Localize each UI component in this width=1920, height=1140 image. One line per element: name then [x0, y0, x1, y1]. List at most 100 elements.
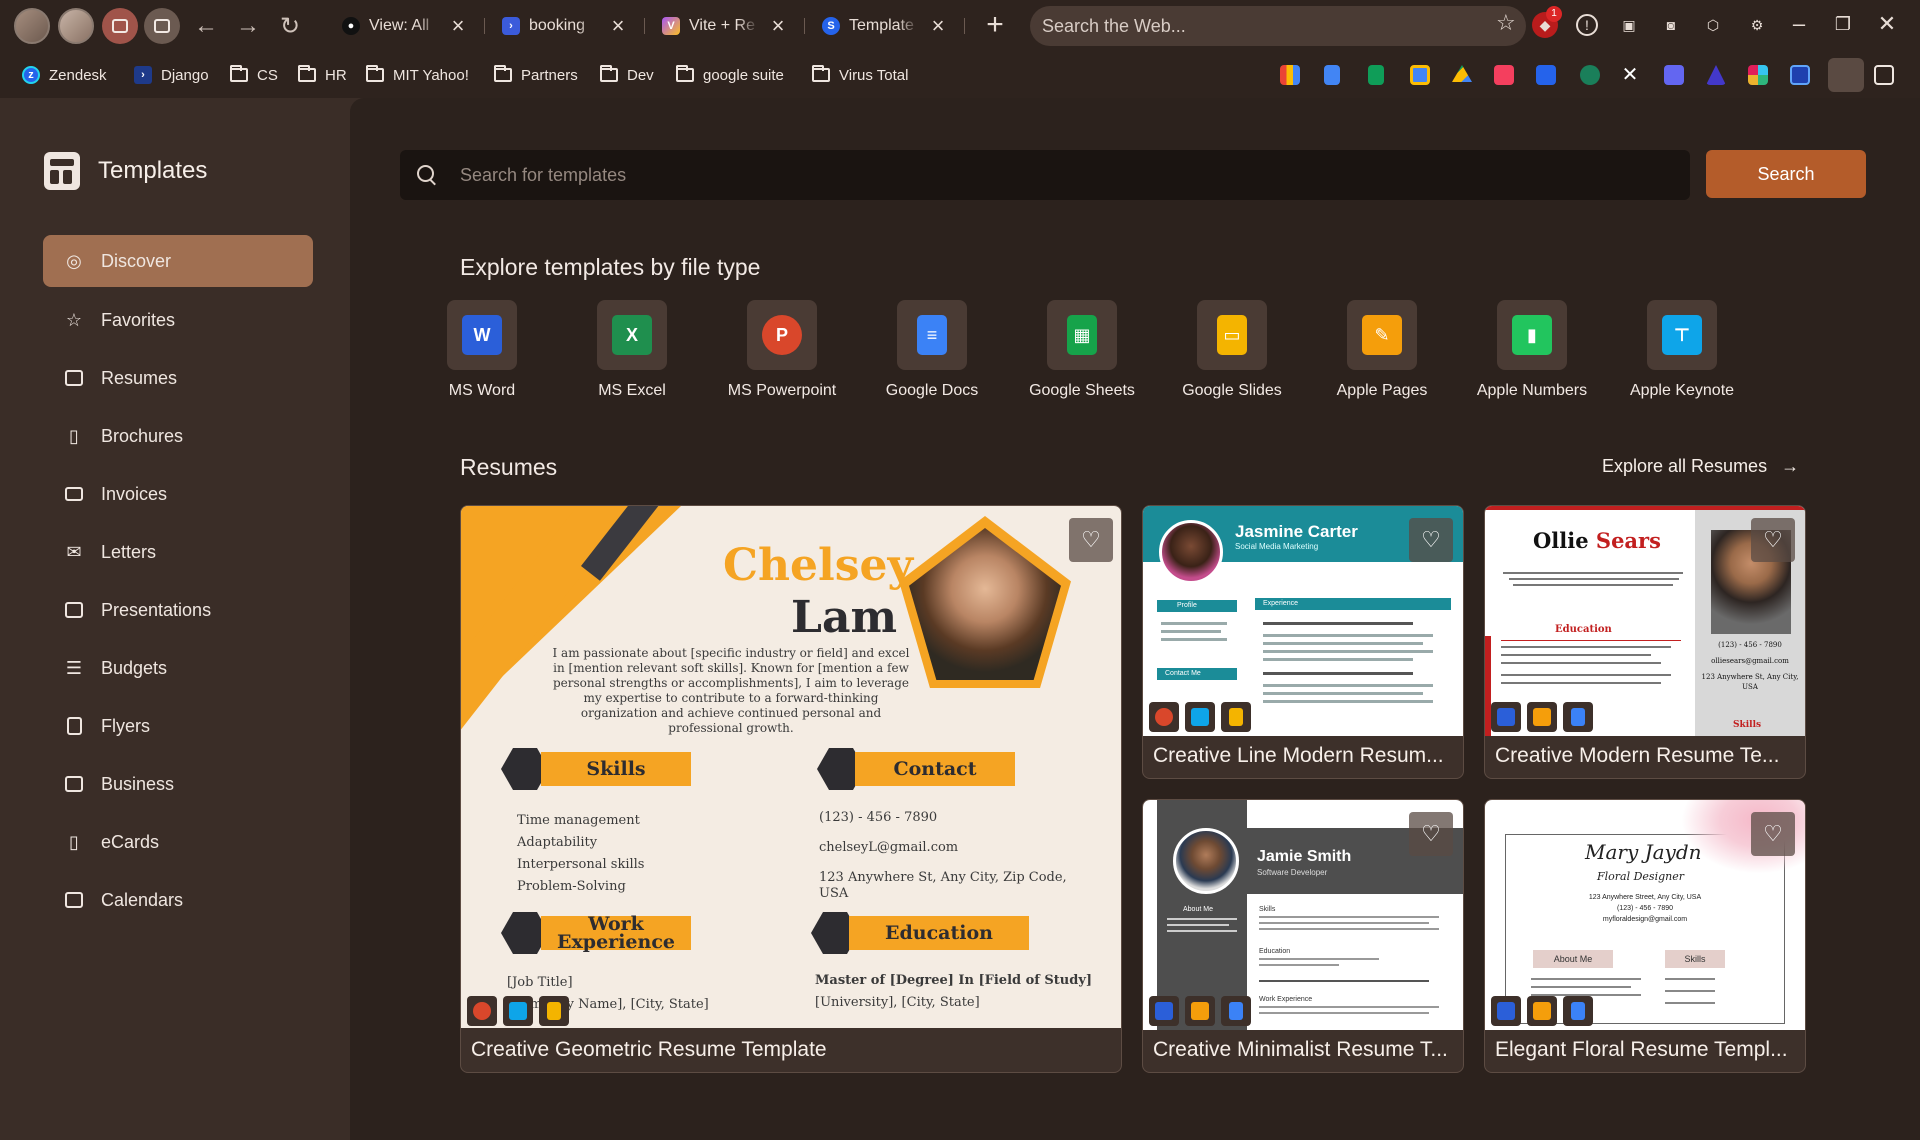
- file-type-apple-pages[interactable]: ✎ Apple Pages: [1307, 300, 1457, 400]
- file-type-google-slides[interactable]: ▭ Google Slides: [1157, 300, 1307, 400]
- bookmark-folder-hr[interactable]: HR: [298, 64, 347, 86]
- file-type-google-sheets[interactable]: ▦ Google Sheets: [1007, 300, 1157, 400]
- back-arrow-icon[interactable]: ←: [190, 10, 222, 42]
- favorite-heart-icon[interactable]: ♡: [1409, 518, 1453, 562]
- forward-arrow-icon[interactable]: →: [232, 10, 264, 42]
- sidebar-item-business[interactable]: Business: [43, 758, 313, 810]
- google-calendar-icon[interactable]: [1410, 65, 1430, 85]
- monday-icon[interactable]: [1494, 65, 1514, 85]
- sidebar-item-resumes[interactable]: Resumes: [43, 352, 313, 404]
- file-type-ms-powerpoint[interactable]: P MS Powerpoint: [707, 300, 857, 400]
- close-tab-icon[interactable]: ×: [608, 13, 628, 39]
- jira-icon[interactable]: [1536, 65, 1556, 85]
- folder-icon: [298, 65, 316, 82]
- x-icon[interactable]: ✕: [1620, 65, 1640, 85]
- file-type-apple-keynote[interactable]: ⊤ Apple Keynote: [1607, 300, 1757, 400]
- bookmark-folder-google-suite[interactable]: google suite: [676, 64, 784, 86]
- workspace-avatar[interactable]: [58, 8, 94, 44]
- file-type-ms-word[interactable]: W MS Word: [407, 300, 557, 400]
- favorite-heart-icon[interactable]: ♡: [1409, 812, 1453, 856]
- workspace-folder-icon[interactable]: [102, 8, 138, 44]
- preview-text-line: [1503, 572, 1683, 574]
- sidebar-item-letters[interactable]: ✉ Letters: [43, 526, 313, 578]
- explore-all-label: Explore all Resumes: [1602, 456, 1768, 476]
- apple-pages-icon: [1185, 996, 1215, 1026]
- favorite-heart-icon[interactable]: ♡: [1069, 518, 1113, 562]
- tab-booking[interactable]: › booking ×: [502, 10, 628, 42]
- close-tab-icon[interactable]: ×: [768, 13, 788, 39]
- google-sheets-icon[interactable]: [1368, 65, 1384, 85]
- sidebar-item-discover[interactable]: ◎ Discover: [43, 235, 313, 287]
- file-type-ms-excel[interactable]: X MS Excel: [557, 300, 707, 400]
- template-card-modern[interactable]: Ollie Sears Education (123) - 456 - 7890…: [1484, 505, 1806, 779]
- file-type-label: Apple Numbers: [1476, 382, 1588, 399]
- tab-divider: [964, 18, 965, 34]
- google-drive-icon[interactable]: [1452, 65, 1472, 82]
- bookmark-zendesk[interactable]: z Zendesk: [22, 64, 107, 86]
- apps-grid-icon[interactable]: [1874, 65, 1894, 85]
- extensions-puzzle-icon[interactable]: ⬡: [1700, 12, 1726, 38]
- folder-icon: [600, 65, 618, 82]
- template-search-input[interactable]: [460, 164, 1560, 186]
- address-bar[interactable]: Search the Web...: [1030, 6, 1526, 46]
- ms-excel-icon: X: [612, 315, 652, 355]
- tab-templates[interactable]: S Template ×: [822, 10, 948, 42]
- sidebar-item-flyers[interactable]: Flyers: [43, 700, 313, 752]
- restore-window-icon[interactable]: ❐: [1828, 8, 1858, 40]
- file-type-label: Apple Keynote: [1629, 382, 1735, 399]
- meet-icon[interactable]: [1790, 65, 1810, 85]
- bookmark-django[interactable]: › Django: [134, 64, 209, 86]
- template-preview: Chelsey Lam I am passionate about [speci…: [461, 506, 1121, 1028]
- sidebar-item-brochures[interactable]: ▯ Brochures: [43, 410, 313, 462]
- template-card-floral[interactable]: Mary Jaydn Floral Designer 123 Anywhere …: [1484, 799, 1806, 1073]
- templates-extension-icon[interactable]: [1828, 58, 1864, 92]
- sidebar-item-presentations[interactable]: Presentations: [43, 584, 313, 636]
- linear-icon[interactable]: [1706, 65, 1726, 85]
- search-button[interactable]: Search: [1706, 150, 1866, 198]
- file-type-google-docs[interactable]: ≡ Google Docs: [857, 300, 1007, 400]
- template-card-line-modern[interactable]: Jasmine Carter Social Media Marketing Pr…: [1142, 505, 1464, 779]
- bookmark-star-icon[interactable]: ☆: [1496, 10, 1516, 36]
- bookmark-folder-partners[interactable]: Partners: [494, 64, 578, 86]
- password-manager-icon[interactable]: !: [1576, 14, 1598, 36]
- sidebar-item-favorites[interactable]: ☆ Favorites: [43, 294, 313, 346]
- favorite-heart-icon[interactable]: ♡: [1751, 518, 1795, 562]
- sidebar-item-budgets[interactable]: ☰ Budgets: [43, 642, 313, 694]
- explore-all-resumes-link[interactable]: Explore all Resumes →: [1602, 456, 1799, 477]
- chatgpt-icon[interactable]: [1580, 65, 1600, 85]
- slack-icon[interactable]: [1748, 65, 1768, 85]
- camera-icon[interactable]: ◙: [1658, 12, 1684, 38]
- bookmark-folder-cs[interactable]: CS: [230, 64, 278, 86]
- close-tab-icon[interactable]: ×: [448, 13, 468, 39]
- gmail-icon[interactable]: [1280, 65, 1300, 85]
- preview-text-line: [1259, 922, 1429, 924]
- close-window-icon[interactable]: ✕: [1872, 8, 1902, 40]
- bookmark-folder-dev[interactable]: Dev: [600, 64, 654, 86]
- apple-numbers-icon: ▮: [1512, 315, 1552, 355]
- sidebar-item-label: Discover: [101, 250, 172, 271]
- settings-gear-icon[interactable]: ⚙: [1744, 12, 1770, 38]
- preview-skill: Time management: [517, 813, 640, 828]
- bookmark-folder-virus-total[interactable]: Virus Total: [812, 64, 909, 86]
- template-card-title: Creative Geometric Resume Template: [471, 1038, 827, 1061]
- tab-vite[interactable]: V Vite + Re ×: [662, 10, 788, 42]
- google-docs-icon[interactable]: [1324, 65, 1340, 85]
- reader-icon[interactable]: ▣: [1616, 12, 1642, 38]
- file-type-label: Google Slides: [1182, 382, 1282, 399]
- zoom-icon[interactable]: [1664, 65, 1684, 85]
- file-type-apple-numbers[interactable]: ▮ Apple Numbers: [1457, 300, 1607, 400]
- template-card-minimalist[interactable]: Jamie Smith Software Developer About Me …: [1142, 799, 1464, 1073]
- sidebar-item-ecards[interactable]: ▯ eCards: [43, 816, 313, 868]
- close-tab-icon[interactable]: ×: [928, 13, 948, 39]
- sidebar-item-calendars[interactable]: Calendars: [43, 874, 313, 926]
- new-tab-plus-icon[interactable]: +: [980, 8, 1010, 42]
- workspace-calendar-icon[interactable]: [144, 8, 180, 44]
- sidebar-item-invoices[interactable]: Invoices: [43, 468, 313, 520]
- profile-avatar[interactable]: [14, 8, 50, 44]
- minimize-window-icon[interactable]: –: [1784, 8, 1814, 40]
- bookmark-folder-mit-yahoo[interactable]: MIT Yahoo!: [366, 64, 469, 86]
- reload-icon[interactable]: ↻: [274, 10, 306, 42]
- favorite-heart-icon[interactable]: ♡: [1751, 812, 1795, 856]
- tab-view-all[interactable]: ● View: All ×: [342, 10, 468, 42]
- template-card-geometric[interactable]: Chelsey Lam I am passionate about [speci…: [460, 505, 1122, 1073]
